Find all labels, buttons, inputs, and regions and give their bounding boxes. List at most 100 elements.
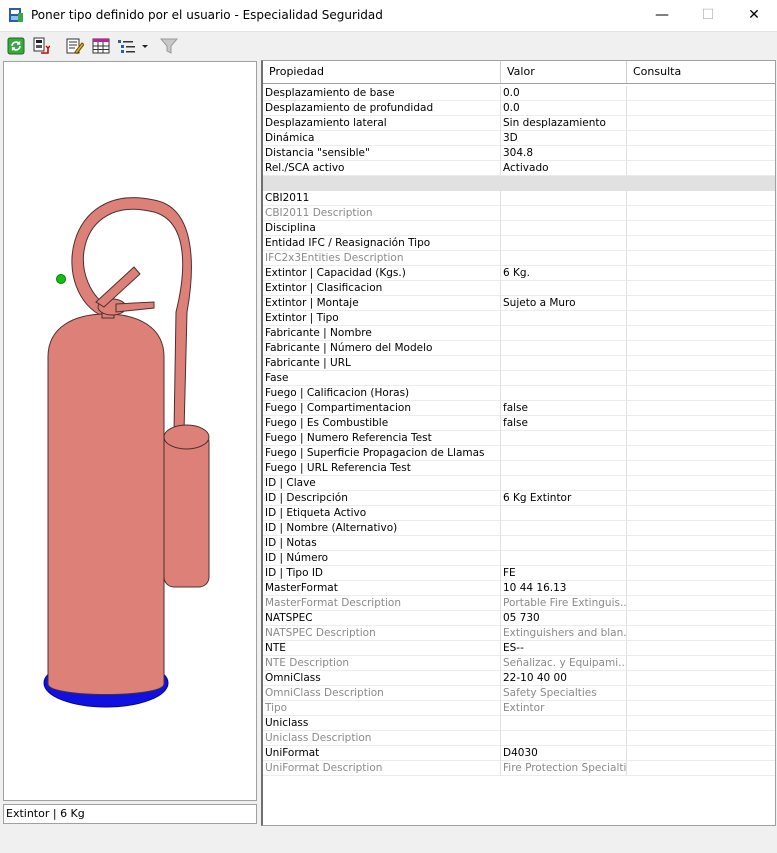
property-query-cell[interactable] xyxy=(627,416,775,431)
property-value-cell[interactable] xyxy=(501,281,627,296)
property-value-cell[interactable]: 6 Kg Extintor xyxy=(501,491,627,506)
table-row[interactable]: Tipo Extintor xyxy=(263,701,775,716)
column-header-valor[interactable]: Valor xyxy=(501,61,627,83)
property-value-cell[interactable] xyxy=(501,461,627,476)
table-row[interactable]: Fuego | Es Combustible false xyxy=(263,416,775,431)
property-query-cell[interactable] xyxy=(627,566,775,581)
property-value-cell[interactable]: 0.0 xyxy=(501,101,627,116)
property-value-cell[interactable] xyxy=(501,476,627,491)
table-row[interactable]: Dinámica 3D xyxy=(263,131,775,146)
property-value-cell[interactable]: 05 730 xyxy=(501,611,627,626)
table-row[interactable]: Extintor | Montaje Sujeto a Muro xyxy=(263,296,775,311)
table-row[interactable]: ID | Nombre (Alternativo) xyxy=(263,521,775,536)
column-header-propiedad[interactable]: Propiedad xyxy=(263,61,501,83)
table-row[interactable]: Rel./SCA activo Activado xyxy=(263,161,775,176)
property-value-cell[interactable] xyxy=(501,731,627,746)
property-query-cell[interactable] xyxy=(627,581,775,596)
table-row[interactable]: UniFormat D4030 xyxy=(263,746,775,761)
property-query-cell[interactable] xyxy=(627,401,775,416)
table-row[interactable]: MasterFormat Description Portable Fire Ex… xyxy=(263,596,775,611)
table-row[interactable]: OmniClass Description Safety Specialties xyxy=(263,686,775,701)
property-value-cell[interactable] xyxy=(501,326,627,341)
minimize-button[interactable]: — xyxy=(639,0,685,31)
property-value-cell[interactable]: Portable Fire Extinguis... xyxy=(501,596,627,611)
property-query-cell[interactable] xyxy=(627,701,775,716)
property-query-cell[interactable] xyxy=(627,671,775,686)
property-value-cell[interactable] xyxy=(501,536,627,551)
table-row[interactable]: Uniclass Description xyxy=(263,731,775,746)
property-query-cell[interactable] xyxy=(627,221,775,236)
property-query-cell[interactable] xyxy=(627,281,775,296)
property-value-cell[interactable]: false xyxy=(501,401,627,416)
property-value-cell[interactable] xyxy=(501,521,627,536)
property-value-cell[interactable] xyxy=(501,551,627,566)
property-query-cell[interactable] xyxy=(627,266,775,281)
property-query-cell[interactable] xyxy=(627,491,775,506)
property-query-cell[interactable] xyxy=(627,656,775,671)
property-value-cell[interactable]: 3D xyxy=(501,131,627,146)
table-row[interactable]: Desplazamiento lateral Sin desplazamiento xyxy=(263,116,775,131)
property-query-cell[interactable] xyxy=(627,236,775,251)
table-row[interactable]: CBI2011 Description xyxy=(263,206,775,221)
table-row[interactable]: IFC2x3Entities Description xyxy=(263,251,775,266)
property-value-cell[interactable] xyxy=(501,431,627,446)
property-query-cell[interactable] xyxy=(627,386,775,401)
table-row[interactable]: UniFormat Description Fire Protection Spe… xyxy=(263,761,775,776)
list-view-dropdown-button[interactable] xyxy=(116,35,152,57)
property-value-cell[interactable]: Extintor xyxy=(501,701,627,716)
property-query-cell[interactable] xyxy=(627,506,775,521)
property-query-cell[interactable] xyxy=(627,356,775,371)
edit-properties-button[interactable] xyxy=(64,35,86,57)
table-row[interactable]: ID | Notas xyxy=(263,536,775,551)
property-value-cell[interactable] xyxy=(501,191,627,206)
table-row[interactable]: ID | Descripción 6 Kg Extintor xyxy=(263,491,775,506)
property-query-cell[interactable] xyxy=(627,476,775,491)
property-query-cell[interactable] xyxy=(627,296,775,311)
property-value-cell[interactable] xyxy=(501,311,627,326)
table-row[interactable]: Fuego | Numero Referencia Test xyxy=(263,431,775,446)
property-value-cell[interactable] xyxy=(501,716,627,731)
table-row[interactable]: ID | Número xyxy=(263,551,775,566)
property-query-cell[interactable] xyxy=(627,326,775,341)
property-value-cell[interactable]: Activado xyxy=(501,161,627,176)
property-value-cell[interactable] xyxy=(501,356,627,371)
table-row[interactable]: Uniclass xyxy=(263,716,775,731)
property-value-cell[interactable] xyxy=(501,386,627,401)
column-header-consulta[interactable]: Consulta xyxy=(627,61,775,83)
property-query-cell[interactable] xyxy=(627,596,775,611)
table-row[interactable]: Fabricante | Nombre xyxy=(263,326,775,341)
table-row[interactable]: Fuego | Superficie Propagacion de Llamas xyxy=(263,446,775,461)
table-row[interactable]: Fabricante | URL xyxy=(263,356,775,371)
property-value-cell[interactable]: 22-10 40 00 xyxy=(501,671,627,686)
property-value-cell[interactable]: Señalizac. y Equipami... xyxy=(501,656,627,671)
property-value-cell[interactable]: Extinguishers and blan... xyxy=(501,626,627,641)
table-row[interactable]: CBI2011 xyxy=(263,191,775,206)
property-value-cell[interactable]: 10 44 16.13 xyxy=(501,581,627,596)
table-row[interactable]: ID | Etiqueta Activo xyxy=(263,506,775,521)
maximize-button[interactable]: ☐ xyxy=(685,0,731,31)
load-type-button[interactable] xyxy=(30,35,52,57)
table-row[interactable]: Extintor | Tipo xyxy=(263,311,775,326)
property-value-cell[interactable] xyxy=(501,506,627,521)
table-row[interactable]: Fuego | Compartimentacion false xyxy=(263,401,775,416)
property-value-cell[interactable] xyxy=(501,341,627,356)
property-value-cell[interactable] xyxy=(501,176,627,191)
property-query-cell[interactable] xyxy=(627,626,775,641)
table-row[interactable]: Fuego | Calificacion (Horas) xyxy=(263,386,775,401)
table-row[interactable]: Entidad IFC / Reasignación Tipo xyxy=(263,236,775,251)
property-value-cell[interactable]: Safety Specialties xyxy=(501,686,627,701)
table-row[interactable]: NTE Description Señalizac. y Equipami... xyxy=(263,656,775,671)
property-value-cell[interactable] xyxy=(501,371,627,386)
property-value-cell[interactable] xyxy=(501,446,627,461)
table-row[interactable]: ID | Clave xyxy=(263,476,775,491)
property-value-cell[interactable]: D4030 xyxy=(501,746,627,761)
property-query-cell[interactable] xyxy=(627,146,775,161)
table-row[interactable]: Desplazamiento de profundidad 0.0 xyxy=(263,101,775,116)
property-query-cell[interactable] xyxy=(627,86,775,101)
property-value-cell[interactable]: ES-- xyxy=(501,641,627,656)
property-query-cell[interactable] xyxy=(627,371,775,386)
table-row[interactable]: ID | Tipo ID FE xyxy=(263,566,775,581)
property-query-cell[interactable] xyxy=(627,611,775,626)
property-query-cell[interactable] xyxy=(627,131,775,146)
table-row[interactable]: Desplazamiento de base 0.0 xyxy=(263,86,775,101)
